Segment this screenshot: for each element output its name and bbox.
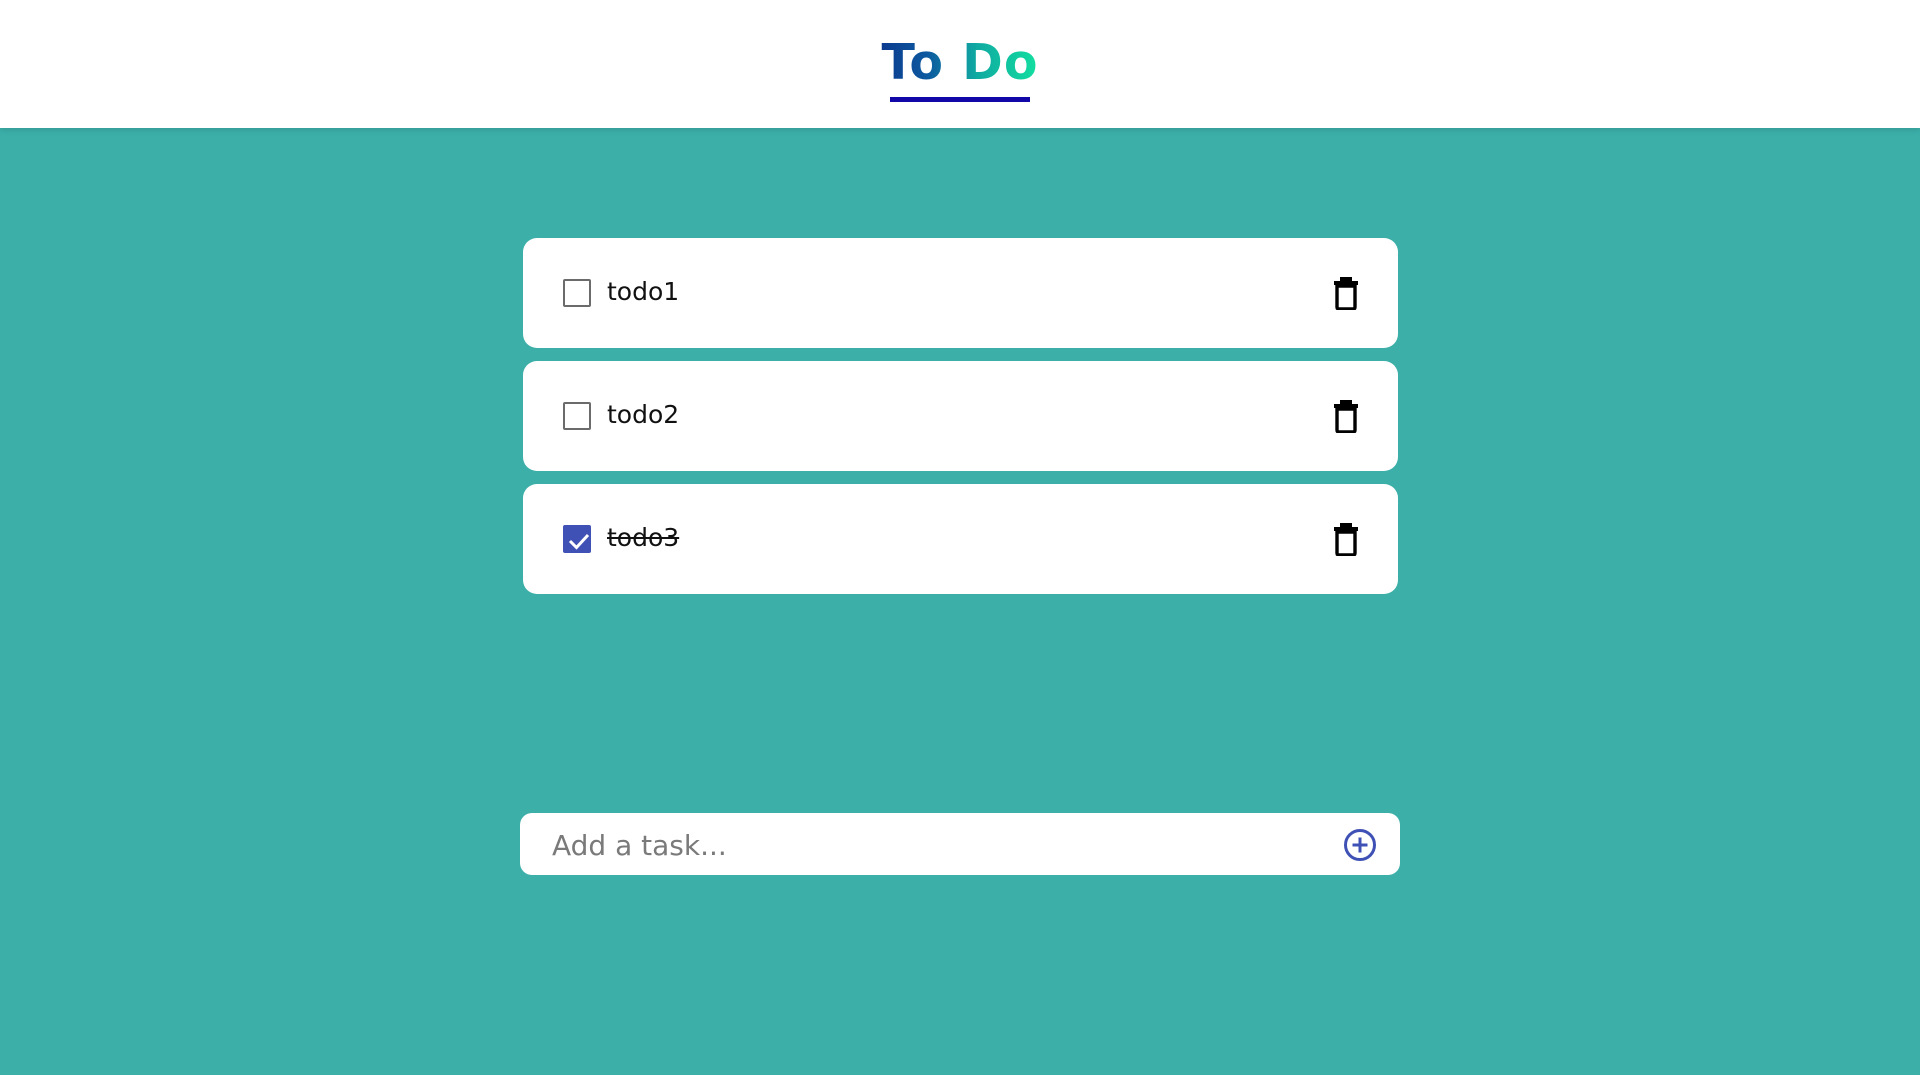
todo-text: todo3 xyxy=(607,523,680,552)
add-task-input[interactable] xyxy=(550,821,1314,869)
trash-icon[interactable] xyxy=(1331,522,1361,557)
todo-checkbox-checked[interactable] xyxy=(563,525,591,553)
todo-checkbox[interactable] xyxy=(563,402,591,430)
checkmark-icon xyxy=(568,533,590,550)
todo-item: todo1 xyxy=(523,238,1398,348)
todo-text: todo2 xyxy=(607,400,680,429)
app-header: To Do xyxy=(0,0,1920,128)
todo-text: todo1 xyxy=(607,277,680,306)
plus-circle-icon[interactable] xyxy=(1343,828,1377,862)
todo-item: todo2 xyxy=(523,361,1398,471)
trash-icon[interactable] xyxy=(1331,276,1361,311)
todo-item: todo3 xyxy=(523,484,1398,594)
app-title: To Do xyxy=(880,32,1040,94)
trash-icon[interactable] xyxy=(1331,399,1361,434)
title-underline xyxy=(890,97,1030,102)
todo-checkbox[interactable] xyxy=(563,279,591,307)
add-task-bar xyxy=(520,813,1400,875)
todo-list: todo1 todo2 todo3 xyxy=(523,238,1398,607)
